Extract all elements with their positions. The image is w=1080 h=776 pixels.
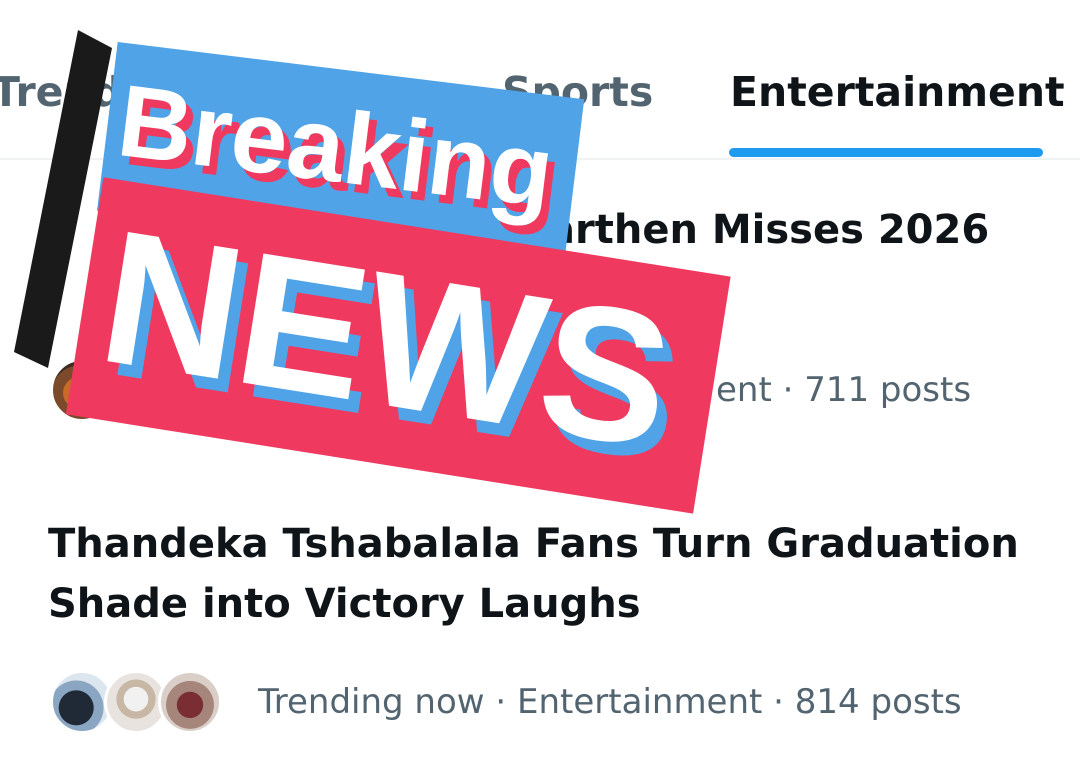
tab-news[interactable]: News xyxy=(272,68,396,116)
trend-meta: Trending now · Entertainment · 814 posts xyxy=(50,668,962,736)
active-tab-indicator xyxy=(729,148,1043,157)
avatar xyxy=(158,670,222,734)
avatar-group xyxy=(50,670,246,734)
trend-item[interactable]: Thandeka Tshabalala Fans Turn Graduation… xyxy=(48,514,1038,634)
avatar xyxy=(104,358,168,422)
avatar-group xyxy=(50,358,246,422)
tab-sports[interactable]: Sports xyxy=(502,68,653,116)
story-title-line-1: Thandeka Tshabalala Fans Turn Graduation xyxy=(48,521,1019,567)
tab-entertainment[interactable]: Entertainment xyxy=(730,68,1065,116)
trend-meta-text: ent · 711 posts xyxy=(716,370,972,410)
tab-trending[interactable]: Trending xyxy=(0,68,195,116)
tab-bar: Trending News Sports Entertainment xyxy=(0,0,1080,160)
trend-meta: ent · 711 posts xyxy=(50,356,971,424)
story-title: arthen Misses 2026 xyxy=(548,207,990,253)
trend-item[interactable]: arthen Misses 2026 xyxy=(48,200,1038,260)
story-title-line-2: Shade into Victory Laughs xyxy=(48,581,641,627)
trend-meta-text: Trending now · Entertainment · 814 posts xyxy=(258,682,962,722)
